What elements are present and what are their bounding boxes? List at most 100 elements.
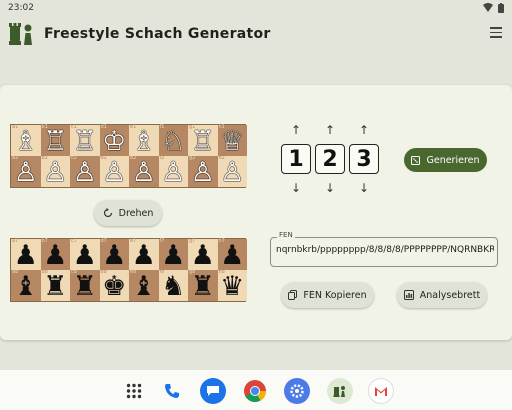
chess-piece-icon: ♙	[13, 157, 38, 188]
digit-3-up-arrow-icon[interactable]: ↑	[357, 123, 371, 137]
chess-piece-icon: ♜	[72, 271, 97, 302]
settings-icon[interactable]	[284, 378, 310, 404]
square-coordinate: a8	[12, 269, 19, 275]
fen-input[interactable]	[276, 245, 494, 255]
app-dock	[0, 370, 512, 410]
rotate-button-label: Drehen	[118, 207, 154, 219]
chess-app-icon[interactable]	[327, 378, 353, 404]
square-coordinate: e8	[130, 269, 137, 275]
digit-1[interactable]: 1	[281, 144, 311, 174]
chess-piece-icon: ♔	[102, 126, 127, 157]
chess-piece-icon: ♜	[43, 271, 68, 302]
square-coordinate: b7	[41, 238, 48, 244]
analysis-board-button[interactable]: Analysebrett	[397, 282, 487, 308]
square-d7[interactable]: d7 ♟	[99, 238, 129, 270]
square-g1[interactable]: g1 ♖	[188, 125, 218, 156]
square-coordinate: d2	[100, 155, 107, 161]
chrome-icon[interactable]	[242, 378, 268, 404]
square-coordinate: f2	[159, 155, 165, 161]
square-d8[interactable]: d8 ♚	[99, 269, 129, 302]
chess-piece-icon: ♖	[190, 126, 215, 157]
square-b2[interactable]: b2 ♙	[40, 155, 70, 187]
app-grid-icon[interactable]	[121, 378, 147, 404]
chess-piece-icon: ♙	[72, 157, 97, 188]
square-coordinate: f1	[159, 124, 165, 130]
wifi-icon	[483, 3, 493, 12]
square-coordinate: d8	[100, 269, 107, 275]
chess-piece-icon: ♟	[131, 240, 156, 271]
square-e1[interactable]: e1 ♗	[129, 125, 159, 156]
square-coordinate: h2	[218, 155, 225, 161]
square-a1[interactable]: a1 ♗	[11, 125, 41, 156]
square-d2[interactable]: d2 ♙	[99, 155, 129, 187]
rotate-button[interactable]: Drehen	[94, 200, 162, 226]
square-a2[interactable]: a2 ♙	[11, 156, 41, 187]
square-f2[interactable]: f2 ♙	[158, 155, 188, 187]
chess-piece-icon: ♙	[190, 157, 215, 188]
square-coordinate: a2	[12, 155, 19, 161]
square-e7[interactable]: e7 ♟	[129, 239, 159, 270]
square-coordinate: f7	[159, 238, 165, 244]
digit-1-down-arrow-icon[interactable]: ↓	[289, 181, 303, 195]
chess-piece-icon: ♗	[131, 126, 156, 157]
phone-icon[interactable]	[159, 378, 185, 404]
messages-icon[interactable]	[200, 378, 226, 404]
square-e8[interactable]: e8 ♝	[129, 270, 159, 301]
copy-fen-button-label: FEN Kopieren	[303, 289, 367, 301]
gmail-icon[interactable]	[368, 378, 394, 404]
generate-button[interactable]: Generieren	[404, 148, 487, 172]
square-g7[interactable]: g7 ♟	[188, 239, 218, 270]
square-c2[interactable]: c2 ♙	[70, 156, 100, 187]
chess-logo-icon	[9, 23, 32, 45]
digit-2[interactable]: 2	[315, 144, 345, 174]
square-b7[interactable]: b7 ♟	[40, 238, 70, 270]
square-g2[interactable]: g2 ♙	[188, 156, 218, 187]
square-coordinate: e2	[130, 155, 137, 161]
square-c8[interactable]: c8 ♜	[70, 270, 100, 301]
square-coordinate: b2	[41, 155, 48, 161]
black-pieces-board: a7 ♟ b7 ♟ c7 ♟ d7 ♟ e7 ♟ f7 ♟ g7 ♟ h7 ♟ a8 ♝ b8 ♜ c8 ♜ d8 ♚ e8 ♝ f…	[10, 238, 247, 302]
chess-piece-icon: ♚	[102, 271, 127, 302]
square-h1[interactable]: h1 ♕	[217, 124, 247, 156]
square-f7[interactable]: f7 ♟	[158, 238, 188, 270]
square-b8[interactable]: b8 ♜	[40, 270, 70, 302]
square-a8[interactable]: a8 ♝	[11, 270, 41, 301]
chess-piece-icon: ♜	[190, 271, 215, 302]
chess-piece-icon: ♟	[72, 240, 97, 271]
square-a7[interactable]: a7 ♟	[11, 239, 41, 270]
square-c1[interactable]: c1 ♖	[70, 125, 100, 156]
square-f1[interactable]: f1 ♘	[158, 124, 188, 156]
square-coordinate: d7	[100, 238, 107, 244]
chess-piece-icon: ♗	[13, 126, 38, 157]
square-coordinate: h7	[218, 238, 225, 244]
square-coordinate: b1	[41, 124, 48, 130]
digit-2-down-arrow-icon[interactable]: ↓	[323, 181, 337, 195]
square-coordinate: g2	[189, 155, 196, 161]
hamburger-menu-icon[interactable]	[490, 27, 502, 39]
square-coordinate: h1	[218, 124, 225, 130]
digit-2-up-arrow-icon[interactable]: ↑	[323, 123, 337, 137]
dice-icon	[411, 155, 421, 165]
square-coordinate: d1	[100, 124, 107, 130]
square-c7[interactable]: c7 ♟	[70, 239, 100, 270]
digit-3-down-arrow-icon[interactable]: ↓	[357, 181, 371, 195]
square-h7[interactable]: h7 ♟	[217, 238, 247, 270]
copy-fen-button[interactable]: FEN Kopieren	[281, 282, 374, 308]
square-h8[interactable]: h8 ♛	[217, 270, 247, 301]
fen-field-label: FEN	[277, 231, 295, 239]
square-coordinate: e7	[130, 238, 137, 244]
square-d1[interactable]: d1 ♔	[99, 124, 129, 157]
square-e2[interactable]: e2 ♙	[129, 156, 159, 187]
chess-piece-icon: ♝	[13, 271, 38, 302]
white-pieces-board: a1 ♗ b1 ♖ c1 ♖ d1 ♔ e1 ♗ f1 ♘ g1 ♖ h1 ♕ a2 ♙ b2 ♙ c2 ♙ d2 ♙ e2 ♙ f…	[10, 124, 247, 188]
square-coordinate: c7	[71, 238, 77, 244]
square-coordinate: c2	[71, 155, 77, 161]
square-g8[interactable]: g8 ♜	[188, 270, 218, 301]
square-f8[interactable]: f8 ♞	[158, 270, 188, 301]
digit-3[interactable]: 3	[349, 144, 379, 174]
copy-icon	[288, 290, 298, 300]
digit-1-up-arrow-icon[interactable]: ↑	[289, 123, 303, 137]
chess-piece-icon: ♖	[43, 126, 68, 157]
square-b1[interactable]: b1 ♖	[40, 124, 70, 157]
square-h2[interactable]: h2 ♙	[217, 155, 247, 187]
